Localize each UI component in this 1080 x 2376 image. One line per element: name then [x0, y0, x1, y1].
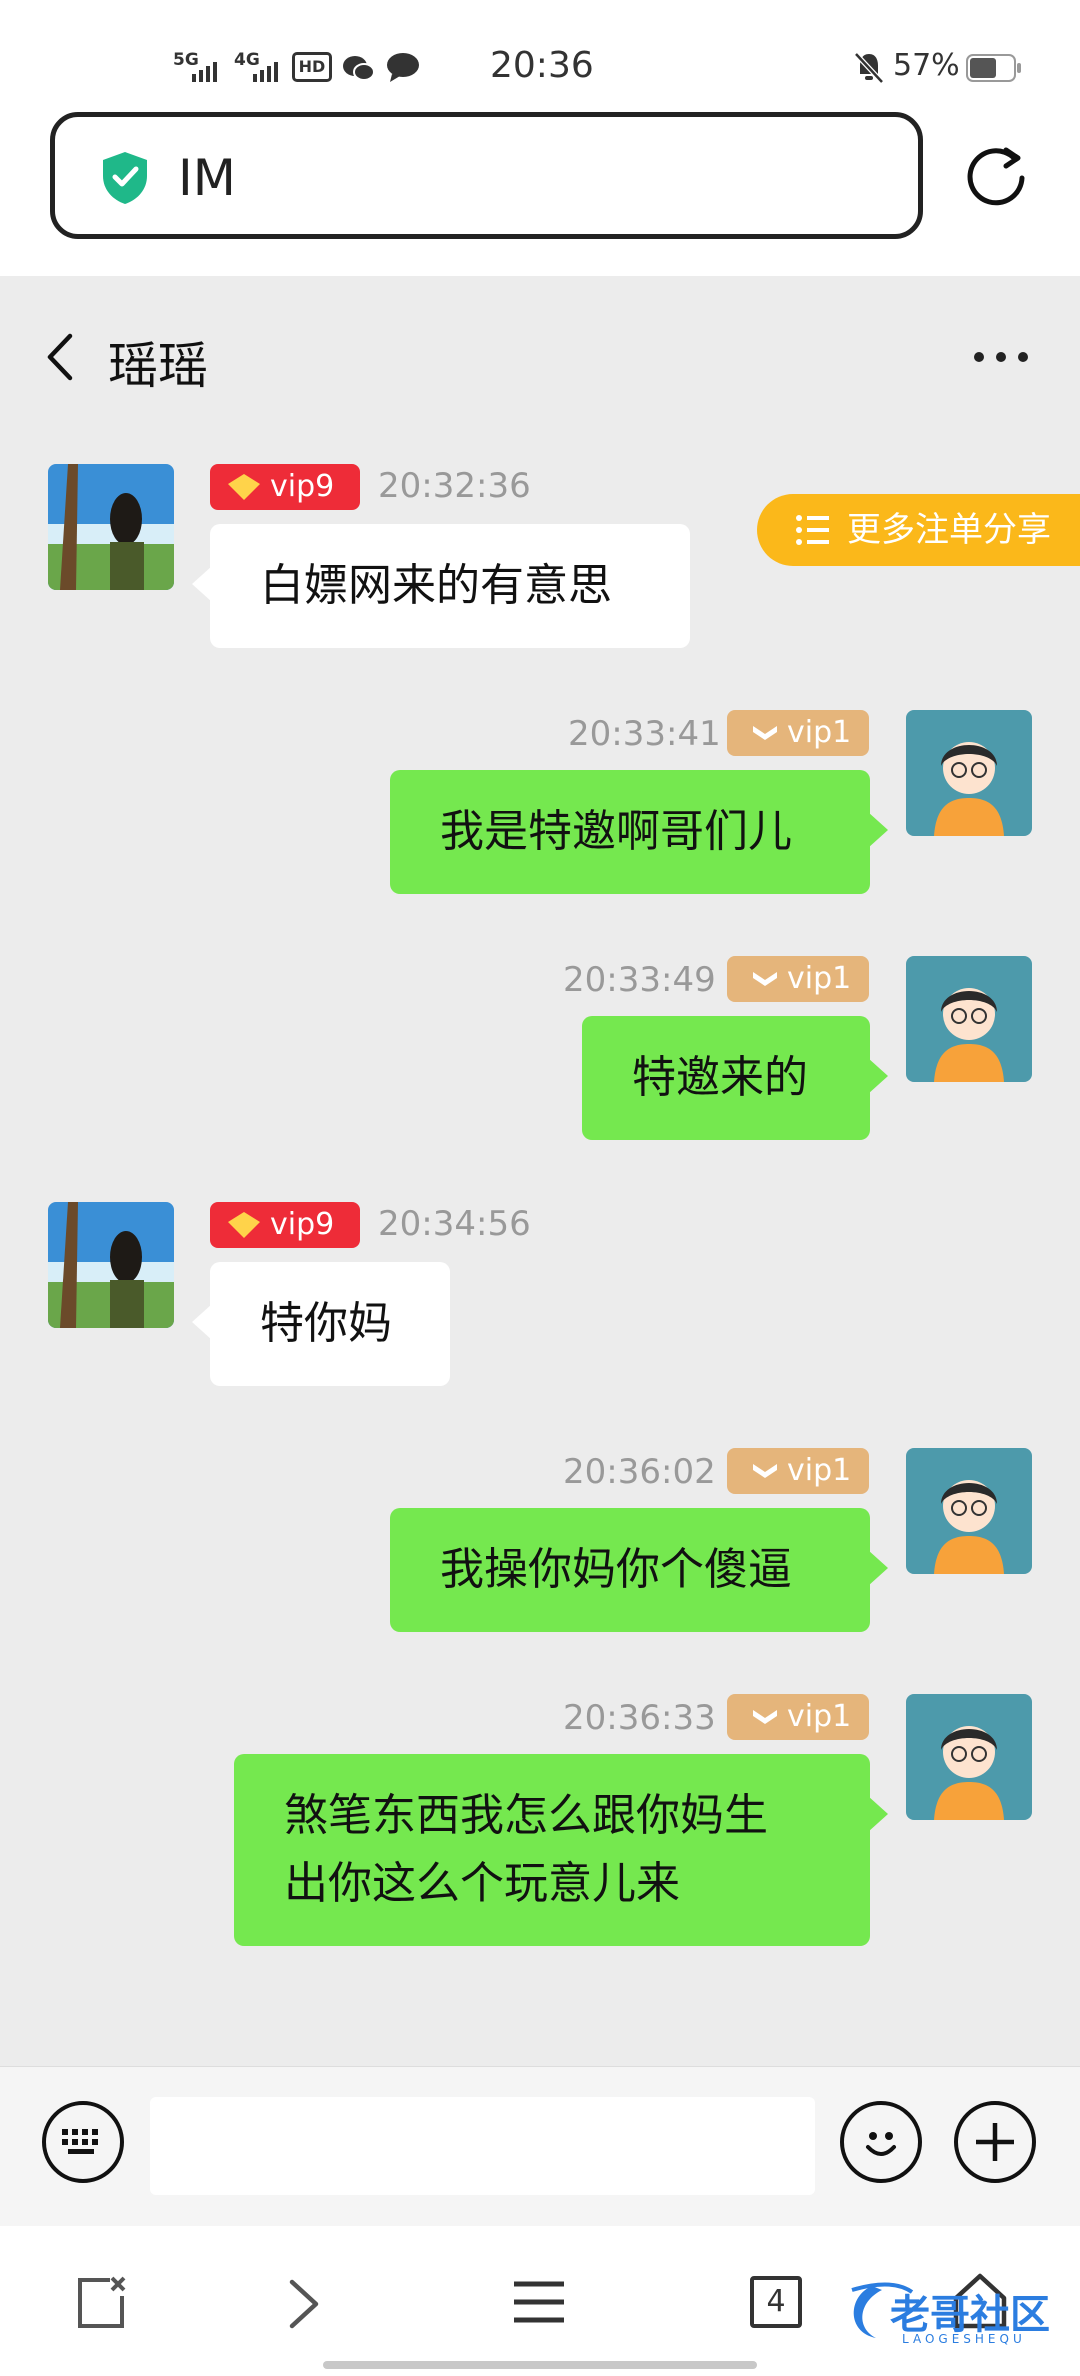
message-icon — [387, 53, 419, 82]
share-label: 更多注单分享 — [847, 510, 1051, 550]
message-bubble[interactable]: 我是特邀啊哥们儿 — [390, 770, 888, 894]
security-shield-icon — [103, 152, 147, 204]
message-text: 我是特邀啊哥们儿 — [440, 806, 792, 857]
message-time: 20:33:41 — [568, 714, 721, 754]
vip-badge: vip1 — [727, 1694, 869, 1740]
tabs-button[interactable]: 4 — [750, 2276, 802, 2328]
vip-chevron-icon — [753, 972, 777, 986]
signal-bars-icon — [192, 62, 217, 82]
contact-avatar[interactable] — [48, 1202, 174, 1328]
message-text-line: 出你这么个玩意儿来 — [284, 1858, 680, 1909]
user-avatar[interactable] — [906, 956, 1032, 1082]
refresh-icon[interactable] — [964, 144, 1028, 208]
message-bubble[interactable]: 白嫖网来的有意思 — [192, 524, 690, 648]
user-avatar[interactable] — [906, 1694, 1032, 1820]
user-avatar[interactable] — [906, 710, 1032, 836]
more-options-icon[interactable] — [972, 350, 1030, 364]
vip-badge: vip1 — [727, 710, 869, 756]
add-attachment-button[interactable] — [954, 2101, 1036, 2183]
forward-arrow-icon[interactable] — [286, 2278, 322, 2330]
vip-chevron-icon — [753, 726, 777, 740]
vip-chevron-icon — [753, 1464, 777, 1478]
vip-crown-icon — [228, 1212, 260, 1238]
status-time: 20:36 — [490, 45, 594, 86]
address-bar[interactable]: IM — [50, 112, 923, 239]
watermark-subtext: LAOGESHEQU — [902, 2332, 1026, 2346]
address-text: IM — [178, 149, 236, 207]
message-text: 特你妈 — [260, 1298, 392, 1349]
message-bubble[interactable]: 特邀来的 — [582, 1016, 888, 1140]
message-text: 特邀来的 — [632, 1052, 808, 1103]
chat-area: 瑶瑶 vip9 20:32:36 白嫖网来的有意思 更多注单分享 20:33:4… — [0, 276, 1080, 2066]
chat-title: 瑶瑶 — [108, 337, 208, 395]
wechat-icon — [343, 56, 374, 81]
message-bubble[interactable]: 煞笔东西我怎么跟你妈生 出你这么个玩意儿来 — [234, 1754, 888, 1946]
message-input[interactable] — [150, 2097, 815, 2195]
hd-icon: HD — [292, 52, 332, 82]
message-text: 我操你妈你个傻逼 — [440, 1544, 792, 1595]
menu-icon[interactable] — [512, 2278, 566, 2326]
emoji-button[interactable] — [840, 2101, 922, 2183]
gesture-home-bar[interactable] — [323, 2361, 757, 2369]
user-avatar[interactable] — [906, 1448, 1032, 1574]
smile-icon — [866, 2132, 896, 2156]
message-text: 白嫖网来的有意思 — [260, 560, 612, 611]
watermark-logo: 老哥社区 LAOGESHEQU — [842, 2278, 1067, 2348]
signal-bars-2-icon — [253, 62, 278, 82]
message-bubble[interactable]: 特你妈 — [192, 1262, 450, 1386]
keyboard-toggle-button[interactable] — [42, 2101, 124, 2183]
message-bubble[interactable]: 我操你妈你个傻逼 — [390, 1508, 888, 1632]
keyboard-icon — [62, 2129, 98, 2154]
plus-icon — [976, 2123, 1014, 2161]
contact-avatar[interactable] — [48, 464, 174, 590]
vip-badge: vip1 — [727, 956, 869, 1002]
message-text-line: 煞笔东西我怎么跟你妈生 — [284, 1790, 768, 1841]
vip-crown-icon — [228, 474, 260, 500]
more-bets-share-button[interactable]: 更多注单分享 — [757, 494, 1080, 566]
input-bar — [0, 2066, 1080, 2226]
back-arrow-icon[interactable] — [44, 332, 74, 382]
close-page-icon[interactable] — [74, 2274, 128, 2330]
list-icon — [796, 515, 829, 545]
vip-badge: vip1 — [727, 1448, 869, 1494]
message-time: 20:36:02 — [563, 1452, 716, 1492]
status-bar: 5G 4G HD 20:36 57% — [0, 0, 1080, 110]
battery-percent: 57% — [893, 48, 960, 83]
message-time: 20:32:36 — [378, 466, 531, 506]
vip-chevron-icon — [753, 1710, 777, 1724]
message-time: 20:33:49 — [563, 960, 716, 1000]
message-time: 20:36:33 — [563, 1698, 716, 1738]
battery-icon — [966, 54, 1021, 82]
message-time: 20:34:56 — [378, 1204, 531, 1244]
mute-bell-icon — [854, 52, 884, 84]
